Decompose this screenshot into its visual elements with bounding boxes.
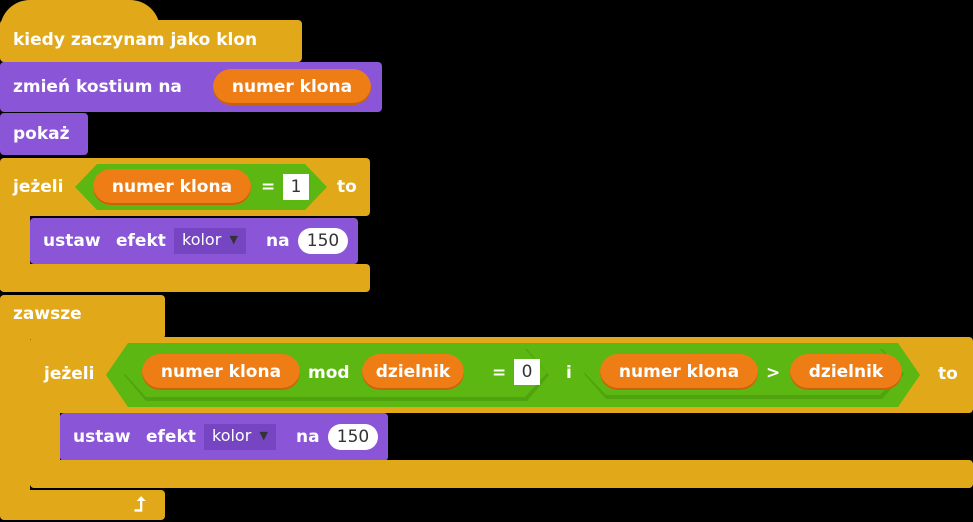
equals-sign: =	[492, 363, 507, 383]
if-block-bottom	[30, 460, 973, 488]
effect-label: efekt	[146, 427, 196, 447]
value-input[interactable]: 0	[514, 359, 540, 385]
to-label: na	[266, 231, 290, 251]
mod-label: mod	[308, 363, 350, 383]
divisor-reporter[interactable]: dzielnik	[362, 354, 464, 390]
equals-sign: =	[261, 177, 276, 197]
then-label: to	[938, 364, 958, 384]
equals-operator[interactable]: numer klona = 1	[75, 164, 327, 210]
effect-value: kolor	[182, 230, 222, 249]
dropdown-arrow-icon: ▼	[259, 429, 268, 442]
effect-dropdown[interactable]: kolor ▼	[174, 228, 246, 254]
show-label: pokaż	[13, 124, 70, 144]
hat-cap	[0, 0, 160, 30]
effect-value: kolor	[212, 426, 252, 445]
then-label: to	[337, 177, 357, 197]
and-operator[interactable]: numer klona mod dzielnik = 0 i numer klo…	[106, 343, 920, 407]
if-label: jeżeli	[13, 177, 64, 197]
hat-label: kiedy zaczynam jako klon	[13, 30, 258, 50]
effect-label: efekt	[116, 231, 166, 251]
clone-number-reporter[interactable]: numer klona	[213, 69, 371, 105]
clone-number-reporter[interactable]: numer klona	[93, 169, 251, 205]
to-label: na	[296, 427, 320, 447]
set-label: ustaw	[73, 427, 131, 447]
set-label: ustaw	[43, 231, 101, 251]
value-input[interactable]: 150	[298, 228, 348, 254]
set-effect-block[interactable]: ustaw efekt kolor ▼ na 150	[30, 218, 358, 264]
loop-arrow-icon: ⮥	[134, 492, 146, 516]
and-label: i	[566, 363, 572, 383]
greater-than-sign: >	[766, 363, 781, 383]
divisor-reporter[interactable]: dzielnik	[790, 354, 902, 390]
if-label: jeżeli	[44, 364, 95, 384]
switch-costume-block[interactable]: zmień kostium na numer klona	[0, 62, 382, 112]
forever-label: zawsze	[13, 304, 82, 324]
set-effect-block[interactable]: ustaw efekt kolor ▼ na 150	[60, 413, 388, 461]
when-i-start-as-clone-block[interactable]: kiedy zaczynam jako klon	[0, 0, 302, 62]
switch-costume-label: zmień kostium na	[13, 77, 182, 97]
forever-block-bottom: ⮥	[0, 490, 165, 520]
clone-number-reporter[interactable]: numer klona	[600, 354, 758, 390]
dropdown-arrow-icon: ▼	[229, 233, 238, 246]
show-block[interactable]: pokaż	[0, 113, 88, 155]
value-input[interactable]: 1	[283, 174, 309, 200]
value-input[interactable]: 150	[328, 424, 378, 450]
effect-dropdown[interactable]: kolor ▼	[204, 424, 276, 450]
forever-block-arm	[0, 335, 30, 495]
if-block-bottom	[0, 264, 370, 292]
clone-number-reporter[interactable]: numer klona	[142, 354, 300, 390]
forever-block-top[interactable]: zawsze	[0, 295, 165, 339]
